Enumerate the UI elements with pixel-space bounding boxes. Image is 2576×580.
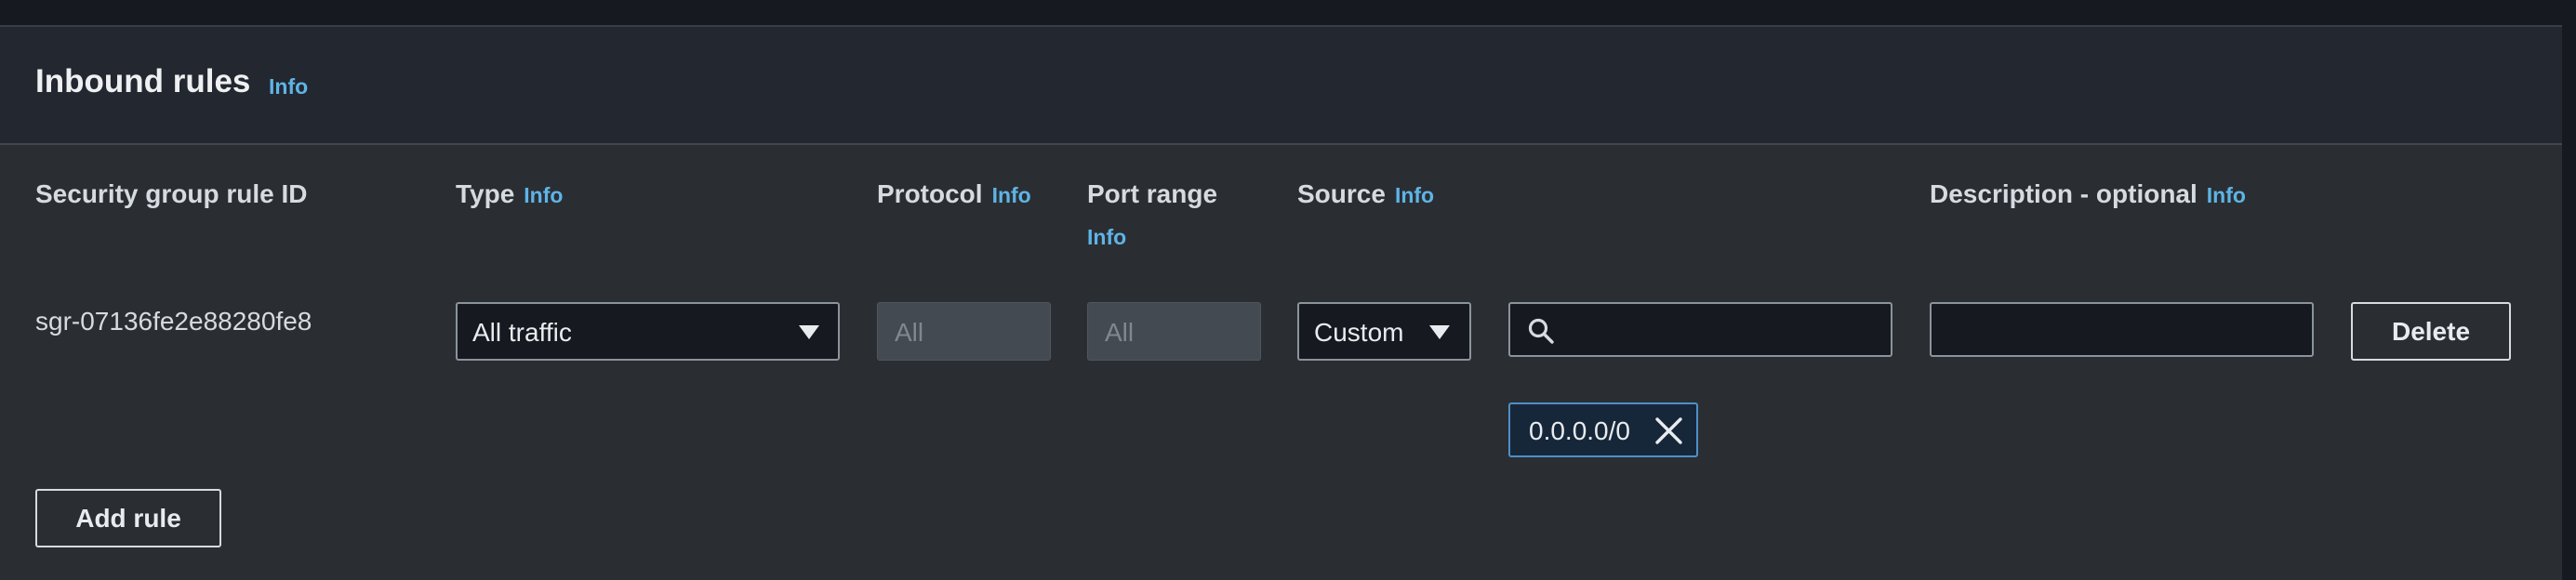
source-cidr-token-label: 0.0.0.0/0 bbox=[1529, 416, 1630, 445]
add-rule-button[interactable]: Add rule bbox=[35, 489, 221, 547]
panel-header: Inbound rules Info bbox=[0, 27, 2562, 145]
port-range-field: All bbox=[1087, 302, 1261, 361]
column-label-description: Description - optional bbox=[1930, 179, 2198, 208]
close-icon[interactable] bbox=[1653, 415, 1684, 446]
column-header-port-range: Port range bbox=[1087, 179, 1217, 209]
column-header-type: Type Info bbox=[456, 179, 563, 209]
search-icon bbox=[1528, 318, 1554, 344]
title-info-link[interactable]: Info bbox=[269, 74, 308, 99]
column-header-protocol: Protocol Info bbox=[877, 179, 1031, 209]
panel-title: Inbound rules bbox=[35, 63, 251, 99]
column-label-protocol: Protocol bbox=[877, 179, 983, 208]
top-bar bbox=[0, 0, 2576, 25]
protocol-field-value: All bbox=[895, 318, 924, 347]
source-cidr-token: 0.0.0.0/0 bbox=[1508, 402, 1698, 457]
source-search-input[interactable] bbox=[1508, 302, 1892, 357]
column-header-description: Description - optional Info bbox=[1930, 179, 2246, 209]
scrollbar-gutter bbox=[2562, 25, 2576, 580]
type-select-value: All traffic bbox=[472, 318, 572, 347]
source-info-link[interactable]: Info bbox=[1395, 183, 1434, 207]
source-type-select[interactable]: Custom bbox=[1297, 302, 1471, 361]
protocol-field: All bbox=[877, 302, 1051, 361]
column-label-port-range: Port range bbox=[1087, 179, 1218, 208]
type-info-link[interactable]: Info bbox=[524, 183, 563, 207]
description-info-link[interactable]: Info bbox=[2207, 183, 2246, 207]
caret-down-icon bbox=[799, 325, 819, 339]
rule-id: sgr-07136fe2e88280fe8 bbox=[35, 307, 312, 336]
column-label-rule-id: Security group rule ID bbox=[35, 179, 308, 208]
inbound-rules-panel: Inbound rules Info Security group rule I… bbox=[0, 25, 2562, 580]
column-header-port-range-info: Info bbox=[1087, 221, 1126, 251]
description-input[interactable] bbox=[1930, 302, 2314, 357]
column-label-source: Source bbox=[1297, 179, 1386, 208]
port-range-field-value: All bbox=[1105, 318, 1135, 347]
column-header-rule-id: Security group rule ID bbox=[35, 179, 308, 209]
source-type-select-value: Custom bbox=[1314, 318, 1404, 347]
column-label-type: Type bbox=[456, 179, 515, 208]
port-range-info-link[interactable]: Info bbox=[1087, 225, 1126, 249]
column-header-source: Source Info bbox=[1297, 179, 1434, 209]
type-select[interactable]: All traffic bbox=[456, 302, 840, 361]
protocol-info-link[interactable]: Info bbox=[992, 183, 1031, 207]
delete-rule-button[interactable]: Delete bbox=[2351, 302, 2511, 361]
caret-down-icon bbox=[1429, 325, 1450, 339]
